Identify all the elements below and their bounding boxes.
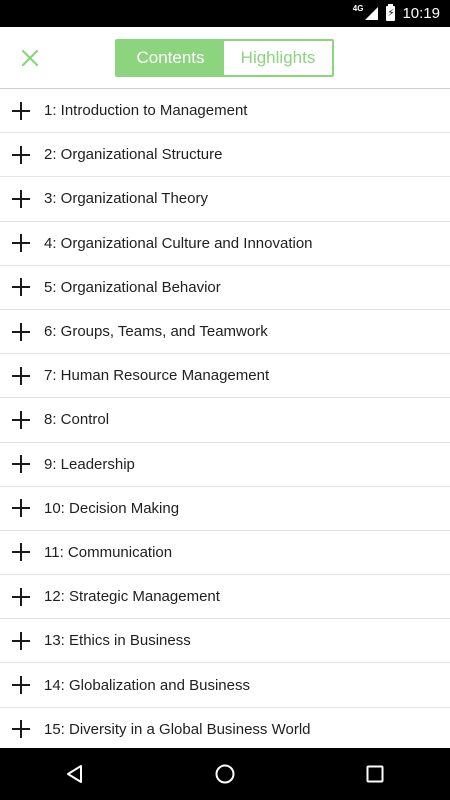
tab-contents[interactable]: Contents xyxy=(117,41,224,75)
chapter-row[interactable]: 1: Introduction to Management xyxy=(0,89,450,134)
chapter-title: 10: Decision Making xyxy=(44,499,180,517)
expand-plus-icon[interactable] xyxy=(12,587,32,607)
expand-plus-icon[interactable] xyxy=(12,454,32,474)
expand-plus-icon[interactable] xyxy=(12,542,32,562)
recents-button[interactable] xyxy=(345,754,405,794)
chapter-title: 3: Organizational Theory xyxy=(44,190,208,208)
chapter-row[interactable]: 9: Leadership xyxy=(0,443,450,487)
expand-plus-icon[interactable] xyxy=(12,719,32,739)
chapter-title: 4: Organizational Culture and Innovation xyxy=(44,234,313,252)
toolbar: Contents Highlights xyxy=(0,27,450,89)
expand-plus-icon[interactable] xyxy=(12,189,32,209)
chapter-row[interactable]: 2: Organizational Structure xyxy=(0,133,450,178)
chapter-title: 14: Globalization and Business xyxy=(44,676,250,694)
status-bar: 4G 10:19 xyxy=(0,0,450,27)
recents-square-icon xyxy=(366,765,384,783)
chapter-row[interactable]: 5: Organizational Behavior xyxy=(0,266,450,310)
chapter-row[interactable]: 12: Strategic Management xyxy=(0,575,450,620)
expand-plus-icon[interactable] xyxy=(12,631,32,651)
chapter-title: 1: Introduction to Management xyxy=(44,102,248,120)
expand-plus-icon[interactable] xyxy=(12,145,32,165)
expand-plus-icon[interactable] xyxy=(12,675,32,695)
chapter-row[interactable]: 15: Diversity in a Global Business World xyxy=(0,708,450,748)
chapter-title: 8: Control xyxy=(44,411,110,429)
expand-plus-icon[interactable] xyxy=(12,366,32,386)
close-icon xyxy=(21,49,39,67)
chapter-list: 1: Introduction to Management 2: Organiz… xyxy=(0,89,450,748)
expand-plus-icon[interactable] xyxy=(12,322,32,342)
home-circle-icon xyxy=(215,764,235,784)
chapter-row[interactable]: 8: Control xyxy=(0,398,450,443)
chapter-title: 9: Leadership xyxy=(44,455,135,473)
expand-plus-icon[interactable] xyxy=(12,101,32,121)
clock: 10:19 xyxy=(402,5,440,22)
chapter-row[interactable]: 13: Ethics in Business xyxy=(0,619,450,664)
expand-plus-icon[interactable] xyxy=(12,277,32,297)
contents-highlights-switch: Contents Highlights xyxy=(115,39,334,77)
chapter-title: 6: Groups, Teams, and Teamwork xyxy=(44,323,268,341)
battery-charging-icon xyxy=(386,4,396,21)
expand-plus-icon[interactable] xyxy=(12,410,32,430)
chapter-row[interactable]: 11: Communication xyxy=(0,531,450,576)
chapter-title: 15: Diversity in a Global Business World xyxy=(44,720,311,738)
tab-highlights[interactable]: Highlights xyxy=(224,41,332,75)
chapter-row[interactable]: 14: Globalization and Business xyxy=(0,663,450,708)
chapter-row[interactable]: 10: Decision Making xyxy=(0,487,450,531)
chapter-title: 12: Strategic Management xyxy=(44,588,220,606)
home-button[interactable] xyxy=(195,754,255,794)
close-button[interactable] xyxy=(12,40,48,76)
network-type: 4G xyxy=(352,4,364,13)
chapter-row[interactable]: 7: Human Resource Management xyxy=(0,354,450,399)
chapter-row[interactable]: 6: Groups, Teams, and Teamwork xyxy=(0,310,450,355)
chapter-row[interactable]: 4: Organizational Culture and Innovation xyxy=(0,222,450,266)
chapter-title: 2: Organizational Structure xyxy=(44,146,223,164)
expand-plus-icon[interactable] xyxy=(12,498,32,518)
system-navigation-bar xyxy=(0,748,450,800)
chapter-title: 13: Ethics in Business xyxy=(44,632,191,650)
signal-icon xyxy=(365,7,379,20)
back-button[interactable] xyxy=(45,754,105,794)
chapter-row[interactable]: 3: Organizational Theory xyxy=(0,177,450,222)
chapter-title: 5: Organizational Behavior xyxy=(44,278,221,296)
chapter-title: 11: Communication xyxy=(44,543,173,561)
expand-plus-icon[interactable] xyxy=(12,233,32,253)
back-triangle-icon xyxy=(67,765,82,783)
chapter-title: 7: Human Resource Management xyxy=(44,367,270,385)
